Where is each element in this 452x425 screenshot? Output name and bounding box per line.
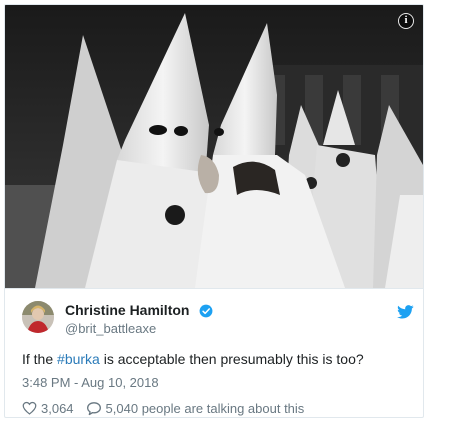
avatar[interactable] bbox=[22, 301, 54, 333]
author-handle[interactable]: @brit_battleaxe bbox=[65, 321, 156, 336]
verified-badge-icon bbox=[199, 304, 213, 318]
info-icon[interactable]: i bbox=[398, 13, 414, 29]
talking-count[interactable]: 5,040 people are talking about this bbox=[106, 401, 305, 416]
tweet-photo[interactable]: i bbox=[5, 5, 423, 288]
tweet-photo-image bbox=[5, 5, 423, 288]
tweet-text-after: is acceptable then presumably this is to… bbox=[99, 351, 364, 367]
heart-icon[interactable] bbox=[22, 401, 37, 415]
author-name[interactable]: Christine Hamilton bbox=[65, 302, 189, 318]
tweet-timestamp[interactable]: 3:48 PM - Aug 10, 2018 bbox=[22, 375, 159, 390]
tweet-text-before: If the bbox=[22, 351, 58, 367]
embedded-tweet-card[interactable]: i Christine Hamilton @brit_battleaxe If … bbox=[4, 4, 424, 418]
tweet-actions: 3,064 5,040 people are talking about thi… bbox=[22, 400, 304, 416]
media-divider bbox=[5, 288, 423, 289]
speech-bubble-icon[interactable] bbox=[86, 401, 102, 416]
tweet-text: If the #burka is acceptable then presuma… bbox=[22, 351, 364, 367]
twitter-bird-icon[interactable] bbox=[397, 305, 414, 319]
hashtag-link[interactable]: #burka bbox=[57, 351, 100, 367]
avatar-image bbox=[22, 301, 54, 333]
like-count[interactable]: 3,064 bbox=[41, 401, 74, 416]
